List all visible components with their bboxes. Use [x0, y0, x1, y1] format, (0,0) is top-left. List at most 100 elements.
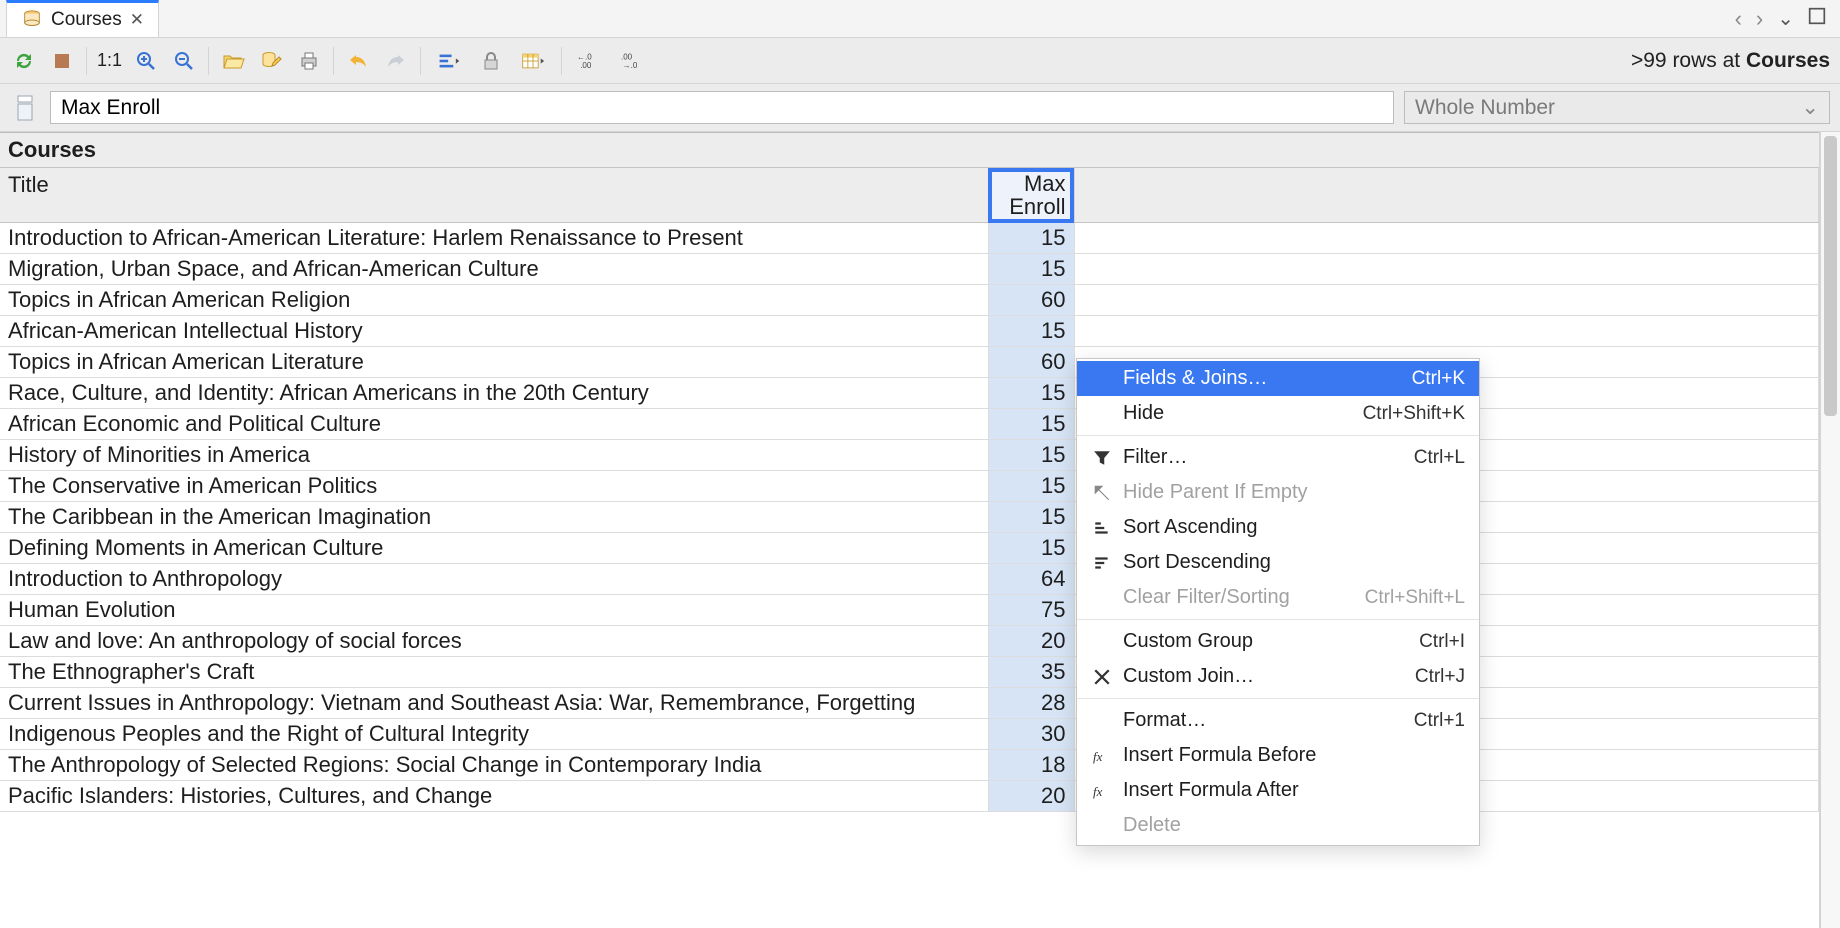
- cell-enroll[interactable]: 60: [988, 347, 1074, 378]
- table-row[interactable]: Law and love: An anthropology of social …: [0, 626, 1819, 657]
- column-icon[interactable]: [10, 91, 40, 124]
- cell-enroll[interactable]: 28: [988, 688, 1074, 719]
- increase-decimal-button[interactable]: .00→.0: [616, 47, 650, 75]
- lock-button[interactable]: [477, 47, 505, 75]
- menu-item[interactable]: Custom Join…Ctrl+J: [1077, 659, 1479, 694]
- print-button[interactable]: [295, 47, 323, 75]
- table-row[interactable]: African-American Intellectual History15: [0, 316, 1819, 347]
- cell-enroll[interactable]: 15: [988, 533, 1074, 564]
- decrease-decimal-button[interactable]: ←.0.00: [572, 47, 606, 75]
- cell-title[interactable]: Topics in African American Literature: [0, 347, 988, 378]
- menu-item[interactable]: Custom GroupCtrl+I: [1077, 624, 1479, 659]
- cell-enroll[interactable]: 15: [988, 223, 1074, 254]
- menu-item[interactable]: fxInsert Formula Before: [1077, 738, 1479, 773]
- cell-enroll[interactable]: 20: [988, 626, 1074, 657]
- table-row[interactable]: Human Evolution75: [0, 595, 1819, 626]
- chevron-down-icon[interactable]: ⌄: [1777, 6, 1794, 31]
- cell-title[interactable]: Law and love: An anthropology of social …: [0, 626, 988, 657]
- table-row[interactable]: History of Minorities in America15: [0, 440, 1819, 471]
- close-icon[interactable]: ✕: [130, 10, 144, 30]
- nav-back-button[interactable]: ‹: [1735, 6, 1742, 32]
- table-row[interactable]: Defining Moments in American Culture15: [0, 533, 1819, 564]
- cell-title[interactable]: Topics in African American Religion: [0, 285, 988, 316]
- table-row[interactable]: Introduction to African-American Literat…: [0, 223, 1819, 254]
- tab-courses[interactable]: Courses ✕: [6, 0, 159, 37]
- table-row[interactable]: Current Issues in Anthropology: Vietnam …: [0, 688, 1819, 719]
- table-row[interactable]: Race, Culture, and Identity: African Ame…: [0, 378, 1819, 409]
- table-row[interactable]: The Caribbean in the American Imaginatio…: [0, 502, 1819, 533]
- cell-title[interactable]: Defining Moments in American Culture: [0, 533, 988, 564]
- table-row[interactable]: The Conservative in American Politics15: [0, 471, 1819, 502]
- field-type-dropdown[interactable]: Whole Number ⌄: [1404, 91, 1830, 124]
- zoom-out-button[interactable]: [170, 47, 198, 75]
- cell-enroll[interactable]: 30: [988, 719, 1074, 750]
- cell-enroll[interactable]: 18: [988, 750, 1074, 781]
- data-grid[interactable]: Courses Title MaxEnroll Introduction to …: [0, 132, 1820, 928]
- cell-blank: [1074, 285, 1819, 316]
- cell-title[interactable]: African-American Intellectual History: [0, 316, 988, 347]
- cell-enroll[interactable]: 15: [988, 471, 1074, 502]
- cell-enroll[interactable]: 35: [988, 657, 1074, 688]
- table-row[interactable]: Topics in African American Literature60: [0, 347, 1819, 378]
- ratio-label[interactable]: 1:1: [97, 50, 122, 71]
- column-header-title[interactable]: Title: [0, 168, 988, 223]
- menu-item[interactable]: HideCtrl+Shift+K: [1077, 396, 1479, 431]
- vertical-scrollbar[interactable]: [1820, 132, 1840, 928]
- table-row[interactable]: Migration, Urban Space, and African-Amer…: [0, 254, 1819, 285]
- cell-title[interactable]: Pacific Islanders: Histories, Cultures, …: [0, 781, 988, 812]
- field-name-input[interactable]: [50, 91, 1394, 124]
- data-area: Courses Title MaxEnroll Introduction to …: [0, 132, 1840, 928]
- menu-item[interactable]: Fields & Joins…Ctrl+K: [1077, 361, 1479, 396]
- cell-title[interactable]: The Ethnographer's Craft: [0, 657, 988, 688]
- cell-enroll[interactable]: 15: [988, 409, 1074, 440]
- edit-data-button[interactable]: [257, 47, 285, 75]
- table-row[interactable]: Indigenous Peoples and the Right of Cult…: [0, 719, 1819, 750]
- cell-enroll[interactable]: 15: [988, 316, 1074, 347]
- cell-title[interactable]: Indigenous Peoples and the Right of Cult…: [0, 719, 988, 750]
- cell-title[interactable]: Introduction to African-American Literat…: [0, 223, 988, 254]
- table-row[interactable]: African Economic and Political Culture15: [0, 409, 1819, 440]
- cell-enroll[interactable]: 60: [988, 285, 1074, 316]
- zoom-in-button[interactable]: [132, 47, 160, 75]
- stop-button[interactable]: [48, 47, 76, 75]
- cell-title[interactable]: The Anthropology of Selected Regions: So…: [0, 750, 988, 781]
- table-options-button[interactable]: [515, 47, 551, 75]
- menu-item-label: Filter…: [1123, 446, 1404, 469]
- cell-title[interactable]: Introduction to Anthropology: [0, 564, 988, 595]
- cell-enroll[interactable]: 15: [988, 440, 1074, 471]
- menu-item[interactable]: Filter…Ctrl+L: [1077, 440, 1479, 475]
- scrollbar-thumb[interactable]: [1824, 136, 1837, 416]
- cell-title[interactable]: The Conservative in American Politics: [0, 471, 988, 502]
- cell-enroll[interactable]: 15: [988, 502, 1074, 533]
- table-row[interactable]: Pacific Islanders: Histories, Cultures, …: [0, 781, 1819, 812]
- menu-item[interactable]: Format…Ctrl+1: [1077, 703, 1479, 738]
- redo-button[interactable]: [382, 47, 410, 75]
- open-button[interactable]: [219, 47, 247, 75]
- cell-enroll[interactable]: 75: [988, 595, 1074, 626]
- nav-forward-button[interactable]: ›: [1756, 6, 1763, 32]
- cell-title[interactable]: History of Minorities in America: [0, 440, 988, 471]
- maximize-icon[interactable]: [1808, 7, 1826, 31]
- undo-button[interactable]: [344, 47, 372, 75]
- cell-title[interactable]: African Economic and Political Culture: [0, 409, 988, 440]
- cell-enroll[interactable]: 15: [988, 254, 1074, 285]
- table-row[interactable]: The Ethnographer's Craft35: [0, 657, 1819, 688]
- tabstrip-controls: ‹ › ⌄: [1735, 6, 1840, 32]
- cell-enroll[interactable]: 64: [988, 564, 1074, 595]
- menu-item[interactable]: Sort Ascending: [1077, 510, 1479, 545]
- table-row[interactable]: Topics in African American Religion60: [0, 285, 1819, 316]
- menu-item[interactable]: fxInsert Formula After: [1077, 773, 1479, 808]
- cell-enroll[interactable]: 20: [988, 781, 1074, 812]
- cell-title[interactable]: Migration, Urban Space, and African-Amer…: [0, 254, 988, 285]
- align-button[interactable]: [431, 47, 467, 75]
- cell-enroll[interactable]: 15: [988, 378, 1074, 409]
- table-row[interactable]: Introduction to Anthropology64: [0, 564, 1819, 595]
- cell-title[interactable]: The Caribbean in the American Imaginatio…: [0, 502, 988, 533]
- cell-title[interactable]: Current Issues in Anthropology: Vietnam …: [0, 688, 988, 719]
- table-row[interactable]: The Anthropology of Selected Regions: So…: [0, 750, 1819, 781]
- menu-item[interactable]: Sort Descending: [1077, 545, 1479, 580]
- refresh-button[interactable]: [10, 47, 38, 75]
- column-header-enroll[interactable]: MaxEnroll: [988, 168, 1074, 223]
- cell-title[interactable]: Race, Culture, and Identity: African Ame…: [0, 378, 988, 409]
- cell-title[interactable]: Human Evolution: [0, 595, 988, 626]
